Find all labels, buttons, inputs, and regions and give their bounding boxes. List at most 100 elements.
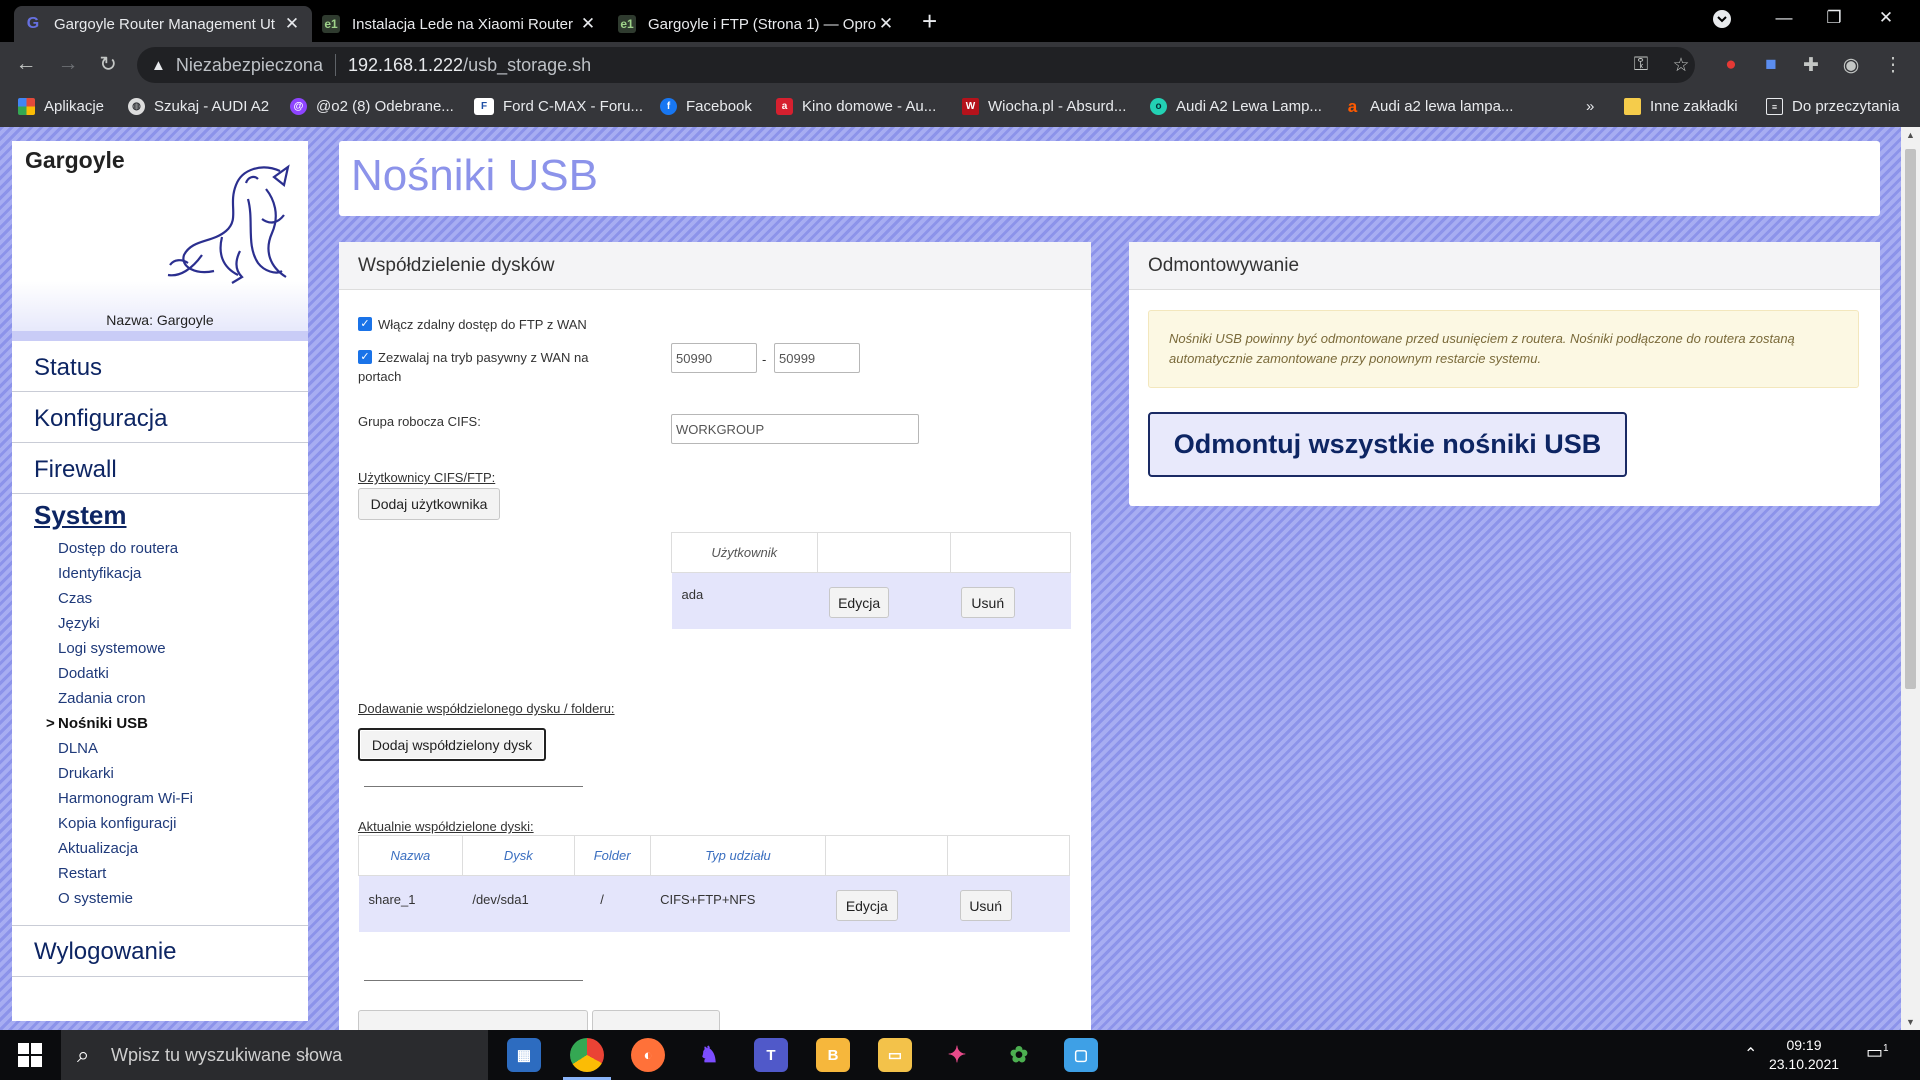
- add-share-button[interactable]: Dodaj współdzielony dysk: [358, 728, 546, 761]
- save-changes-button[interactable]: [358, 1010, 588, 1030]
- key-icon[interactable]: ⚿: [1628, 54, 1654, 76]
- nav-system[interactable]: System: [12, 494, 308, 536]
- bookmark-o2[interactable]: @@o2 (8) Odebrane...: [290, 98, 454, 115]
- tab-title: Gargoyle Router Management Ut: [54, 16, 282, 33]
- tab-instalacja-lede[interactable]: e1 Instalacja Lede na Xiaomi Router ✕: [312, 6, 608, 42]
- nav-dodatki[interactable]: Dodatki: [12, 661, 308, 686]
- nav-wylogowanie[interactable]: Wylogowanie: [12, 925, 308, 977]
- extensions-puzzle-icon[interactable]: ✚: [1798, 54, 1824, 77]
- more-bookmarks-icon[interactable]: »: [1586, 98, 1594, 115]
- new-tab-icon[interactable]: +: [922, 8, 937, 34]
- passive-mode-checkbox[interactable]: ✓: [358, 350, 372, 364]
- file-explorer-icon[interactable]: ▭: [878, 1038, 912, 1072]
- taskbar-clock[interactable]: 09:19 23.10.2021: [1764, 1036, 1844, 1074]
- notification-center-icon[interactable]: ▭1: [1866, 1042, 1889, 1063]
- nav-drukarki[interactable]: Drukarki: [12, 761, 308, 786]
- chrome-app-icon[interactable]: [570, 1038, 604, 1072]
- cifs-group-input[interactable]: WORKGROUP: [671, 414, 919, 444]
- nav-dostep-do-routera[interactable]: Dostęp do routera: [12, 536, 308, 561]
- close-tab-icon[interactable]: ✕: [876, 14, 896, 34]
- address-bar[interactable]: ▲ Niezabezpieczona 192.168.1.222 /usb_st…: [137, 47, 1695, 83]
- bitcoin-app-icon[interactable]: B: [816, 1038, 850, 1072]
- nav-nosniki-usb[interactable]: Nośniki USB: [12, 711, 308, 736]
- col-header-empty: [826, 836, 948, 876]
- bookmark-wiocha[interactable]: WWiocha.pl - Absurd...: [962, 98, 1126, 115]
- delete-share-button[interactable]: Usuń: [960, 890, 1012, 921]
- profile-avatar-icon[interactable]: ◉: [1838, 54, 1864, 77]
- nav-o-systemie[interactable]: O systemie: [12, 886, 308, 911]
- nav-restart[interactable]: Restart: [12, 861, 308, 886]
- tray-chevron-icon[interactable]: ⌃: [1744, 1044, 1757, 1064]
- close-window-icon[interactable]: ✕: [1866, 8, 1906, 28]
- nav-harmonogram-wifi[interactable]: Harmonogram Wi-Fi: [12, 786, 308, 811]
- share-panel: Współdzielenie dysków ✓ Włącz zdalny dos…: [339, 242, 1091, 1030]
- bookmark-star-icon[interactable]: ☆: [1668, 54, 1694, 77]
- allegro-icon: a: [1344, 98, 1361, 115]
- bookmark-allegro-audi[interactable]: a Audi a2 lewa lampa...: [1344, 98, 1513, 115]
- wizard-app-icon[interactable]: ♞: [692, 1038, 726, 1072]
- clock-date: 23.10.2021: [1764, 1055, 1844, 1074]
- reading-list[interactable]: ≡Do przeczytania: [1766, 98, 1900, 115]
- turtle-app-icon[interactable]: ✿: [1002, 1038, 1036, 1072]
- taskbar-search[interactable]: ⌕ Wpisz tu wyszukiwane słowa: [61, 1030, 488, 1080]
- add-user-button[interactable]: Dodaj użytkownika: [358, 488, 500, 520]
- nav-identyfikacja[interactable]: Identyfikacja: [12, 561, 308, 586]
- nav-zadania-cron[interactable]: Zadania cron: [12, 686, 308, 711]
- nav-status[interactable]: Status: [12, 341, 308, 392]
- connect-app-icon[interactable]: ▢: [1064, 1038, 1098, 1072]
- bookmark-olx-audi[interactable]: oAudi A2 Lewa Lamp...: [1150, 98, 1322, 115]
- taskview-app-icon[interactable]: ▦: [507, 1038, 541, 1072]
- sidebar: Gargoyle Nazwa: Gargoyle Status Ko: [12, 141, 308, 1021]
- nav-jezyki[interactable]: Języki: [12, 611, 308, 636]
- reset-button[interactable]: [592, 1010, 720, 1030]
- page-viewport: Gargoyle Nazwa: Gargoyle Status Ko: [0, 127, 1901, 1030]
- nav-kopia-konfiguracji[interactable]: Kopia konfiguracji: [12, 811, 308, 836]
- scroll-down-icon[interactable]: ▼: [1901, 1014, 1920, 1030]
- tab-gargoyle[interactable]: G Gargoyle Router Management Ut ✕: [14, 6, 312, 42]
- page-scrollbar[interactable]: ▲ ▼: [1901, 127, 1920, 1030]
- security-label[interactable]: Niezabezpieczona: [176, 55, 323, 76]
- nav-konfiguracja[interactable]: Konfiguracja: [12, 392, 308, 443]
- nav-firewall[interactable]: Firewall: [12, 443, 308, 494]
- page-title: Nośniki USB: [339, 141, 1880, 201]
- restore-icon[interactable]: ❐: [1814, 8, 1854, 28]
- adblock-extension-icon[interactable]: ●: [1718, 54, 1744, 76]
- bookmark-label: Kino domowe - Au...: [802, 98, 936, 115]
- edit-user-button[interactable]: Edycja: [829, 587, 889, 618]
- menu-kebab-icon[interactable]: ⋮: [1880, 54, 1906, 77]
- col-header-user: Użytkownik: [672, 533, 818, 573]
- minimize-icon[interactable]: —: [1764, 8, 1804, 28]
- ftp-wan-checkbox[interactable]: ✓: [358, 317, 372, 331]
- forward-icon[interactable]: →: [54, 52, 82, 76]
- close-tab-icon[interactable]: ✕: [282, 14, 302, 34]
- scrollbar-thumb[interactable]: [1905, 149, 1916, 689]
- port-from-input[interactable]: 50990: [671, 343, 757, 373]
- game-app-icon[interactable]: ✦: [940, 1038, 974, 1072]
- bookmark-szukaj-audi[interactable]: ◍Szukaj - AUDI A2: [128, 98, 269, 115]
- bookmark-ford[interactable]: FFord C-MAX - Foru...: [474, 98, 643, 115]
- edit-share-button[interactable]: Edycja: [836, 890, 898, 921]
- tab-gargoyle-ftp[interactable]: e1 Gargoyle i FTP (Strona 1) — Opro ✕: [608, 6, 906, 42]
- warning-icon[interactable]: ▲: [151, 57, 166, 74]
- bookmark-label: Audi a2 lewa lampa...: [1370, 98, 1513, 115]
- scroll-up-icon[interactable]: ▲: [1901, 127, 1920, 143]
- close-tab-icon[interactable]: ✕: [578, 14, 598, 34]
- firefox-app-icon[interactable]: ◐: [631, 1038, 665, 1072]
- windows-start-icon[interactable]: [18, 1043, 42, 1067]
- delete-user-button[interactable]: Usuń: [961, 587, 1015, 618]
- nav-aktualizacja[interactable]: Aktualizacja: [12, 836, 308, 861]
- reload-icon[interactable]: ↻: [94, 52, 122, 77]
- bookmark-facebook[interactable]: fFacebook: [660, 98, 752, 115]
- teams-app-icon[interactable]: T: [754, 1038, 788, 1072]
- port-to-input[interactable]: 50999: [774, 343, 860, 373]
- tab-search-icon[interactable]: [1702, 10, 1742, 33]
- nav-dlna[interactable]: DLNA: [12, 736, 308, 761]
- nav-czas[interactable]: Czas: [12, 586, 308, 611]
- bookmark-aplikacje[interactable]: Aplikacje: [18, 98, 104, 115]
- bookmark-folder-inne[interactable]: Inne zakładki: [1624, 98, 1738, 115]
- back-icon[interactable]: ←: [12, 52, 40, 76]
- bookmark-kino-domowe[interactable]: aKino domowe - Au...: [776, 98, 936, 115]
- unmount-all-button[interactable]: Odmontuj wszystkie nośniki USB: [1148, 412, 1627, 477]
- nav-logi-systemowe[interactable]: Logi systemowe: [12, 636, 308, 661]
- translate-extension-icon[interactable]: ■: [1758, 54, 1784, 76]
